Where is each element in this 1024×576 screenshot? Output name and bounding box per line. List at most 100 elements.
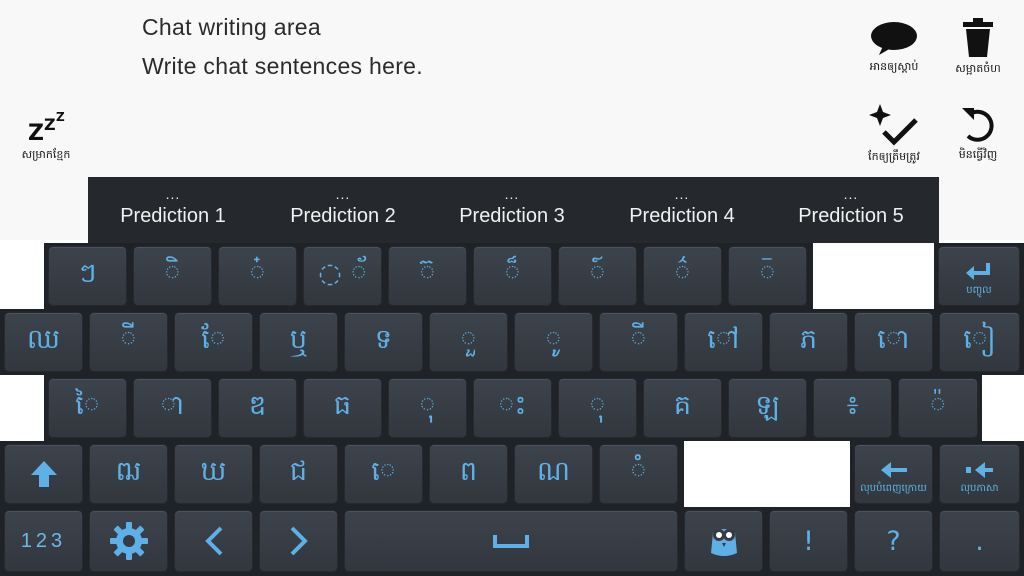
prediction-4[interactable]: ... Prediction 4 xyxy=(597,177,767,243)
speech-bubble-icon xyxy=(871,22,917,55)
key-r3-10[interactable]: ៖ xyxy=(813,378,892,438)
chevron-left-icon xyxy=(204,526,222,556)
key-r2-5[interactable]: ទ xyxy=(344,312,423,372)
sleep-button[interactable]: Z Z Z សម្រាកខ្មែក xyxy=(6,108,86,164)
svg-text:Z: Z xyxy=(56,110,65,124)
spacebar-icon xyxy=(493,535,529,548)
sparkle-check-icon xyxy=(869,104,918,146)
shift-key[interactable] xyxy=(4,444,83,504)
key-r3-5[interactable]: ◌ុ xyxy=(388,378,467,438)
prediction-more: ... xyxy=(165,186,181,202)
key-r3-7[interactable]: ◌ុ xyxy=(558,378,637,438)
enter-label: បញ្ចូល xyxy=(966,285,992,296)
key-r3-6[interactable]: ◌ះ xyxy=(473,378,552,438)
key-r3-11[interactable]: ◌៉ xyxy=(898,378,978,438)
key-r2-2[interactable]: ◌ី xyxy=(89,312,168,372)
correct-label: កែឲ្យត្រឹមត្រូវ xyxy=(868,150,920,163)
correct-button[interactable]: កែឲ្យត្រឹមត្រូវ xyxy=(854,102,934,166)
shift-up-icon xyxy=(30,461,57,487)
mascot-key[interactable] xyxy=(684,510,763,572)
key-r1-3[interactable]: ៎ xyxy=(218,246,297,306)
key-r2-9[interactable]: ◌ៅ xyxy=(684,312,763,372)
owl-mascot-icon xyxy=(710,529,737,556)
settings-key[interactable] xyxy=(89,510,168,572)
key-r3-3[interactable]: ឌ xyxy=(218,378,297,438)
numbers-label: 123 xyxy=(20,529,67,552)
return-arrow-icon xyxy=(966,263,990,280)
cursor-left-key[interactable] xyxy=(174,510,253,572)
left-arrow-icon xyxy=(880,462,907,478)
prediction-3[interactable]: ... Prediction 3 xyxy=(427,177,597,243)
undo-label: មិនធ្វើវិញ xyxy=(958,148,998,161)
key-r1-4[interactable]: ◌ ័ xyxy=(303,246,382,306)
key-r3-9[interactable]: ឡ xyxy=(728,378,807,438)
key-r1-9[interactable]: ◌៑ xyxy=(728,246,807,306)
backspace-arrow-icon xyxy=(965,462,993,478)
key-r1-8[interactable]: ◌៌ xyxy=(643,246,722,306)
key-r4-2[interactable]: ឃ xyxy=(174,444,253,504)
prediction-label: Prediction 1 xyxy=(120,205,226,227)
key-r1-7[interactable]: ◌៍ xyxy=(558,246,637,306)
clear-button[interactable]: សម្អាតចំហ xyxy=(938,18,1018,78)
key-r3-4[interactable]: ធ xyxy=(303,378,382,438)
cursor-right-key[interactable] xyxy=(259,510,338,572)
zzz-icon: Z Z Z xyxy=(28,110,65,144)
key-r1-2[interactable]: ◌ិ xyxy=(133,246,212,306)
prediction-5[interactable]: ... Prediction 5 xyxy=(766,177,936,243)
undo-icon xyxy=(962,108,994,142)
prediction-label: Prediction 3 xyxy=(459,205,565,227)
prediction-label: Prediction 5 xyxy=(798,205,904,227)
prediction-more: ... xyxy=(843,186,859,202)
key-r4-3[interactable]: ជ xyxy=(259,444,338,504)
delete-char-key[interactable]: លុបភាសា xyxy=(939,444,1020,504)
numbers-key[interactable]: 123 xyxy=(4,510,83,572)
question-key[interactable]: ? xyxy=(854,510,933,572)
delete-word-key[interactable]: លុបបំពេញក្រោយ xyxy=(854,444,933,504)
key-r3-2[interactable]: ◌ា xyxy=(133,378,212,438)
key-r2-10[interactable]: ភ xyxy=(769,312,848,372)
key-r1-6[interactable]: ◌៏ xyxy=(473,246,552,306)
key-r3-1[interactable]: ◌ៃ xyxy=(48,378,127,438)
key-r2-11[interactable]: ◌ោ xyxy=(854,312,933,372)
chat-input[interactable]: Write chat sentences here. xyxy=(142,53,423,80)
prediction-bar: ... Prediction 1 ... Prediction 2 ... Pr… xyxy=(88,177,939,243)
prediction-label: Prediction 2 xyxy=(290,205,396,227)
key-r4-5[interactable]: ព xyxy=(429,444,508,504)
space-key[interactable] xyxy=(344,510,678,572)
exclaim-key[interactable]: ! xyxy=(769,510,848,572)
enter-key[interactable]: បញ្ចូល xyxy=(938,246,1020,306)
prediction-2[interactable]: ... Prediction 2 xyxy=(258,177,428,243)
clear-label: សម្អាតចំហ xyxy=(955,62,1001,75)
key-r4-6[interactable]: ណ xyxy=(514,444,593,504)
prediction-more: ... xyxy=(504,186,520,202)
read-aloud-button[interactable]: អានឲ្យស្ដាប់ xyxy=(854,20,934,76)
gear-icon xyxy=(109,522,148,560)
key-r2-4[interactable]: ឬ xyxy=(259,312,338,372)
prediction-more: ... xyxy=(674,186,690,202)
key-r2-8[interactable]: ◌ី xyxy=(599,312,678,372)
key-r2-3[interactable]: ◌ែ xyxy=(174,312,253,372)
delete-char-label: លុបភាសា xyxy=(960,483,999,494)
key-r4-7[interactable]: ◌ំ xyxy=(599,444,678,504)
period-key[interactable]: . xyxy=(939,510,1020,572)
prediction-more: ... xyxy=(335,186,351,202)
chevron-right-icon xyxy=(290,526,308,556)
sleep-label: សម្រាកខ្មែក xyxy=(21,148,71,161)
svg-text:Z: Z xyxy=(44,115,56,134)
trash-icon xyxy=(963,18,993,57)
key-r2-7[interactable]: ◌ូ xyxy=(514,312,593,372)
prediction-label: Prediction 4 xyxy=(629,205,735,227)
key-r4-1[interactable]: ឍ xyxy=(89,444,168,504)
key-r2-12[interactable]: ◌ៀ xyxy=(939,312,1020,372)
undo-button[interactable]: មិនធ្វើវិញ xyxy=(938,104,1018,164)
prediction-1[interactable]: ... Prediction 1 xyxy=(88,177,258,243)
key-r4-4[interactable]: ◌េ xyxy=(344,444,423,504)
key-r1-1[interactable]: ៗ xyxy=(48,246,127,306)
svg-text:Z: Z xyxy=(28,121,44,144)
chat-title: Chat writing area xyxy=(142,14,321,40)
key-r2-6[interactable]: ◌ួ xyxy=(429,312,508,372)
key-r3-8[interactable]: គ xyxy=(643,378,722,438)
read-aloud-label: អានឲ្យស្ដាប់ xyxy=(869,60,919,73)
key-r1-5[interactable]: ◌៊ xyxy=(388,246,467,306)
key-r2-1[interactable]: ឈ xyxy=(4,312,83,372)
